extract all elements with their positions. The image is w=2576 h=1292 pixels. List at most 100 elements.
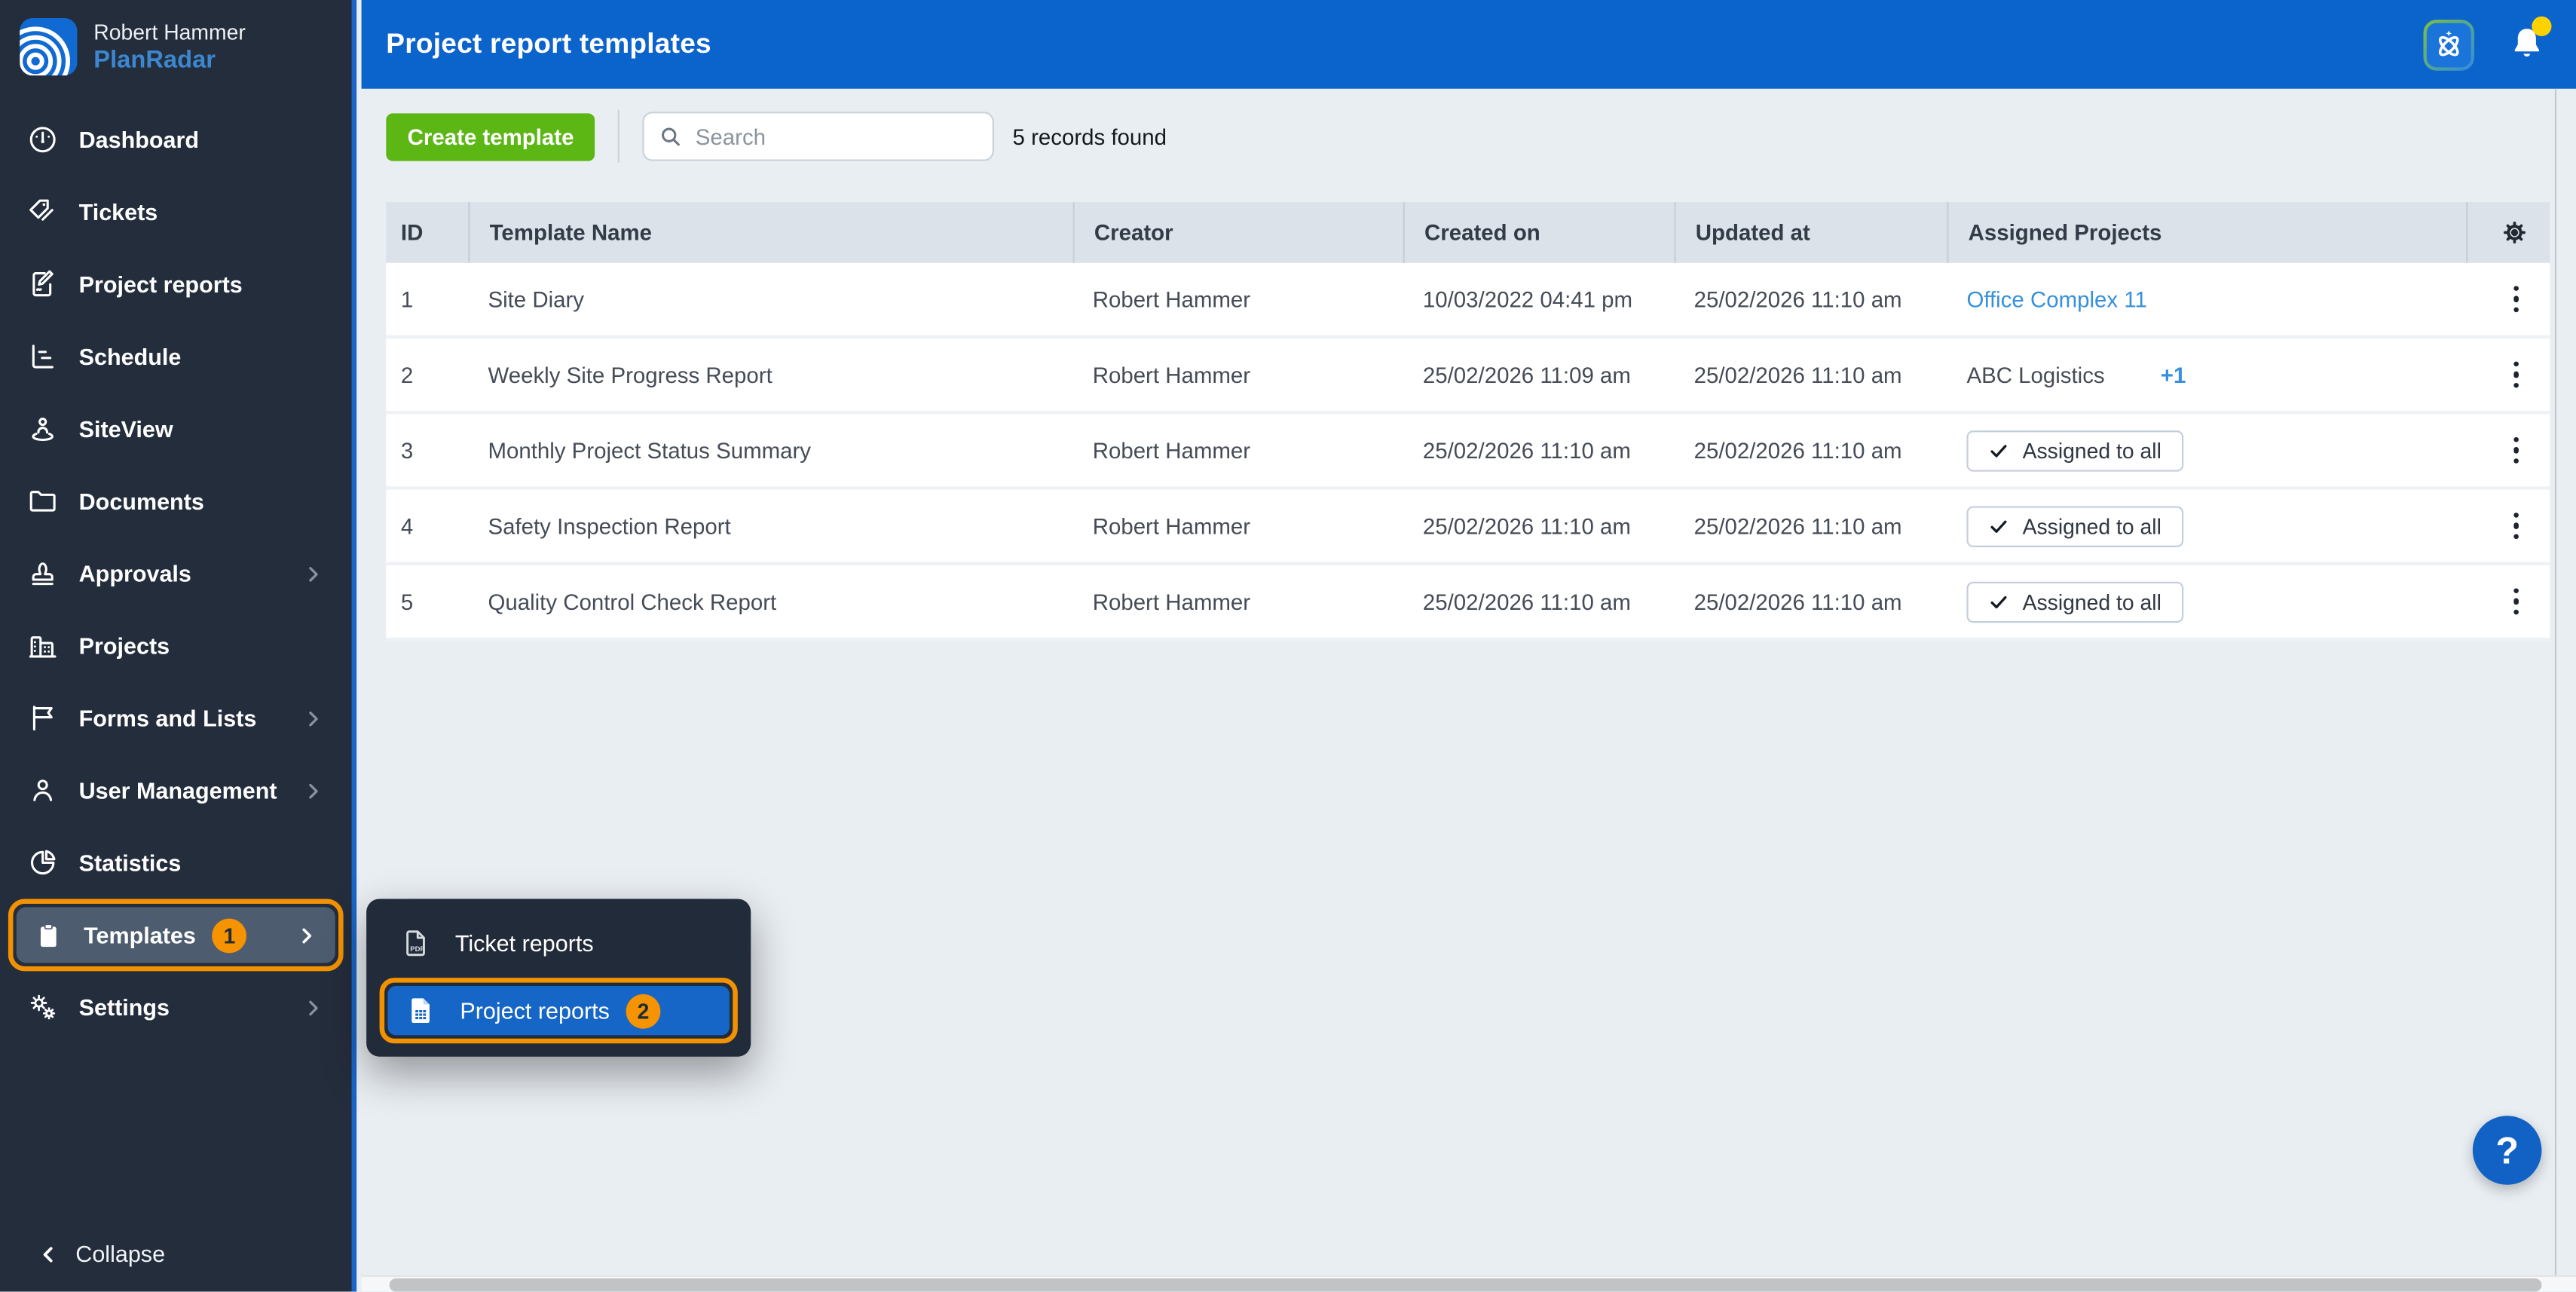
table-row[interactable]: 4 Safety Inspection Report Robert Hammer…: [386, 490, 2550, 565]
sidebar-item-settings[interactable]: Settings: [0, 971, 352, 1043]
templates-highlight-ring: Templates 1: [8, 899, 344, 971]
flag-icon: [26, 702, 60, 735]
sidebar-collapse-button[interactable]: Collapse: [0, 1216, 352, 1291]
cell-created-on: 25/02/2026 11:10 am: [1403, 565, 1675, 638]
sidebar-item-dashboard[interactable]: Dashboard: [0, 103, 352, 176]
sidebar-item-label: Projects: [79, 632, 170, 659]
column-header-template-name: Template Name: [468, 202, 1072, 263]
cell-id: 5: [386, 565, 468, 638]
cell-creator: Robert Hammer: [1073, 565, 1403, 638]
templates-table: ID Template Name Creator Created on Upda…: [386, 202, 2550, 641]
column-header-id: ID: [386, 202, 468, 263]
notifications-button[interactable]: [2506, 21, 2549, 67]
table-row[interactable]: 5 Quality Control Check Report Robert Ha…: [386, 565, 2550, 641]
svg-text:PDF: PDF: [410, 945, 424, 954]
sidebar-item-label: Dashboard: [79, 127, 199, 153]
user-name: Robert Hammer: [93, 18, 246, 46]
cell-updated-at: 25/02/2026 11:10 am: [1674, 338, 1947, 411]
cell-template-name: Quality Control Check Report: [468, 565, 1072, 638]
sidebar-item-siteview[interactable]: SiteView: [0, 393, 352, 465]
cell-creator: Robert Hammer: [1073, 263, 1403, 335]
dashboard-icon: [26, 124, 60, 157]
check-icon: [1988, 439, 2009, 461]
chevron-right-icon: [301, 995, 326, 1020]
assigned-project-link[interactable]: Office Complex 11: [1966, 286, 2146, 311]
sidebar-item-label: Forms and Lists: [79, 705, 257, 731]
ai-assistant-icon: [2430, 26, 2467, 63]
pie-chart-icon: [26, 847, 60, 880]
sidebar-item-label: Documents: [79, 488, 204, 514]
app-window: Robert Hammer PlanRadar Dashboard Ticket…: [0, 0, 2576, 1291]
sidebar: Robert Hammer PlanRadar Dashboard Ticket…: [0, 0, 356, 1291]
assigned-to-all-button[interactable]: Assigned to all: [1966, 505, 2183, 546]
assigned-to-all-button[interactable]: Assigned to all: [1966, 430, 2183, 471]
spreadsheet-document-icon: [404, 994, 437, 1027]
row-menu-kebab-icon[interactable]: [2504, 354, 2526, 394]
sidebar-item-schedule[interactable]: Schedule: [0, 320, 352, 393]
project-reports-highlight-ring: Project reports 2: [380, 978, 738, 1043]
cell-template-name: Monthly Project Status Summary: [468, 414, 1072, 486]
table-header-row: ID Template Name Creator Created on Upda…: [386, 202, 2550, 263]
cell-creator: Robert Hammer: [1073, 338, 1403, 411]
brand-name: PlanRadar: [93, 46, 246, 75]
toolbar: Create template 5 records found: [386, 112, 2550, 161]
sidebar-item-tickets[interactable]: Tickets: [0, 176, 352, 248]
create-template-button[interactable]: Create template: [386, 112, 595, 160]
assigned-project-text: ABC Logistics: [1966, 363, 2104, 387]
sidebar-item-user-management[interactable]: User Management: [0, 755, 352, 827]
table-row[interactable]: 3 Monthly Project Status Summary Robert …: [386, 414, 2550, 489]
cell-updated-at: 25/02/2026 11:10 am: [1674, 414, 1947, 486]
sidebar-item-label: Schedule: [79, 344, 182, 370]
sidebar-item-forms-and-lists[interactable]: Forms and Lists: [0, 682, 352, 755]
row-menu-kebab-icon[interactable]: [2504, 430, 2526, 470]
column-header-updated-at: Updated at: [1674, 202, 1947, 263]
row-menu-kebab-icon[interactable]: [2504, 506, 2526, 546]
chevron-left-icon: [36, 1241, 61, 1266]
search-input[interactable]: [643, 112, 995, 161]
row-menu-kebab-icon[interactable]: [2504, 581, 2526, 621]
submenu-item-ticket-reports[interactable]: PDF Ticket reports: [380, 912, 738, 975]
table-settings-gear-icon[interactable]: [2501, 219, 2529, 246]
column-header-assigned-projects: Assigned Projects: [1947, 202, 2466, 263]
assigned-more-link[interactable]: +1: [2161, 363, 2186, 387]
collapse-label: Collapse: [75, 1241, 165, 1267]
cell-id: 3: [386, 414, 468, 486]
gears-icon: [26, 991, 60, 1024]
check-icon: [1988, 515, 2009, 536]
planradar-logo-icon: [20, 18, 77, 75]
table-row[interactable]: 2 Weekly Site Progress Report Robert Ham…: [386, 338, 2550, 414]
assigned-to-all-button[interactable]: Assigned to all: [1966, 581, 2183, 623]
page-title: Project report templates: [362, 28, 711, 61]
sidebar-nav: Dashboard Tickets Project reports: [0, 93, 352, 1043]
clipboard-icon: [33, 920, 64, 951]
sidebar-item-statistics[interactable]: Statistics: [0, 827, 352, 899]
user-icon: [26, 774, 60, 807]
submenu-item-project-reports[interactable]: Project reports 2: [387, 986, 729, 1035]
sidebar-item-label: Statistics: [79, 850, 182, 876]
help-button[interactable]: ?: [2473, 1116, 2542, 1185]
column-header-creator: Creator: [1073, 202, 1403, 263]
horizontal-scrollbar-thumb[interactable]: [390, 1278, 2542, 1291]
submenu-item-label: Ticket reports: [455, 930, 594, 957]
sidebar-item-label: Templates: [84, 922, 196, 948]
page-header: Project report templates: [362, 0, 2576, 89]
cell-template-name: Site Diary: [468, 263, 1072, 335]
templates-submenu: PDF Ticket reports Project reports 2: [366, 899, 751, 1056]
person-pin-icon: [26, 412, 60, 445]
table-row[interactable]: 1 Site Diary Robert Hammer 10/03/2022 04…: [386, 263, 2550, 338]
step-badge-2: 2: [626, 993, 661, 1028]
sidebar-item-project-reports[interactable]: Project reports: [0, 248, 352, 320]
buildings-icon: [26, 629, 60, 663]
sidebar-item-projects[interactable]: Projects: [0, 610, 352, 682]
records-count: 5 records found: [1013, 124, 1167, 149]
sidebar-item-templates[interactable]: Templates 1: [17, 907, 335, 963]
ai-assistant-button[interactable]: [2424, 19, 2475, 70]
row-menu-kebab-icon[interactable]: [2504, 279, 2526, 319]
cell-updated-at: 25/02/2026 11:10 am: [1674, 263, 1947, 335]
sidebar-item-documents[interactable]: Documents: [0, 465, 352, 537]
cell-creator: Robert Hammer: [1073, 414, 1403, 486]
cell-created-on: 25/02/2026 11:10 am: [1403, 414, 1675, 486]
user-block[interactable]: Robert Hammer PlanRadar: [0, 0, 352, 93]
sidebar-item-approvals[interactable]: Approvals: [0, 537, 352, 610]
folder-icon: [26, 485, 60, 518]
